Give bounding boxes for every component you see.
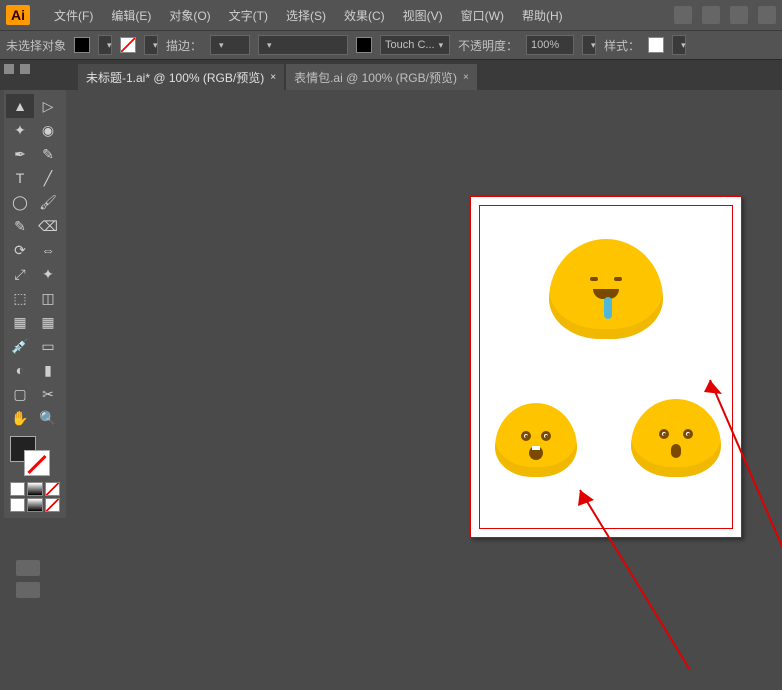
column-graph-tool[interactable]: ▮: [34, 358, 62, 382]
stroke-weight-dropdown[interactable]: [210, 35, 250, 55]
menu-help[interactable]: 帮助(H): [514, 3, 571, 28]
pencil-tool[interactable]: ✎: [6, 214, 34, 238]
variable-width-dropdown[interactable]: [258, 35, 348, 55]
workspace-icon-2[interactable]: [702, 6, 720, 24]
draw-mode-row: [10, 498, 60, 512]
opacity-dropdown[interactable]: [582, 35, 596, 55]
zoom-tool[interactable]: 🔍: [34, 406, 62, 430]
menu-object[interactable]: 对象(O): [161, 3, 218, 28]
magic-wand-tool[interactable]: ✦: [6, 118, 34, 142]
annotation-arrow-2: [510, 470, 710, 690]
draw-behind[interactable]: [27, 498, 42, 512]
perspective-tool[interactable]: ▦: [6, 310, 34, 334]
direct-selection-tool[interactable]: ▷: [34, 94, 62, 118]
type-tool[interactable]: T: [6, 166, 34, 190]
stroke-swatch[interactable]: [120, 37, 136, 53]
tab-label: 表情包.ai @ 100% (RGB/预览): [294, 69, 457, 86]
menu-effect[interactable]: 效果(C): [336, 3, 393, 28]
ellipse-tool[interactable]: ◯: [6, 190, 34, 214]
selection-status: 未选择对象: [6, 37, 66, 54]
control-bar: 未选择对象 描边： Touch C... 不透明度： 样式：: [0, 30, 782, 60]
hand-tool[interactable]: ✋: [6, 406, 34, 430]
line-tool[interactable]: ╱: [34, 166, 62, 190]
curvature-tool[interactable]: ✎: [34, 142, 62, 166]
mouth-icon: [529, 446, 543, 460]
close-icon[interactable]: ×: [270, 72, 276, 83]
shape-builder-tool[interactable]: ◫: [34, 286, 62, 310]
dock-panel-icons: [16, 560, 40, 598]
fill-none-mode[interactable]: [45, 482, 60, 496]
free-transform-tool[interactable]: ⬚: [6, 286, 34, 310]
fill-color-mode[interactable]: [10, 482, 25, 496]
draw-inside[interactable]: [45, 498, 60, 512]
draw-normal[interactable]: [10, 498, 25, 512]
scale-tool[interactable]: ⤢: [6, 262, 34, 286]
tab-untitled[interactable]: 未标题-1.ai* @ 100% (RGB/预览) ×: [78, 64, 284, 90]
lasso-tool[interactable]: ◉: [34, 118, 62, 142]
document-tabs: 未标题-1.ai* @ 100% (RGB/预览) × 表情包.ai @ 100…: [0, 60, 782, 90]
menu-file[interactable]: 文件(F): [46, 3, 101, 28]
style-label: 样式：: [604, 37, 640, 54]
eraser-tool[interactable]: ⌫: [34, 214, 62, 238]
panel-toggle-icons: [4, 64, 30, 74]
header-extra-icons: [674, 6, 776, 24]
tab-emoji-pack[interactable]: 表情包.ai @ 100% (RGB/预览) ×: [286, 64, 477, 90]
search-icon[interactable]: [758, 6, 776, 24]
mesh-tool[interactable]: ▦: [34, 310, 62, 334]
fill-stroke-indicator[interactable]: [10, 436, 50, 476]
menu-select[interactable]: 选择(S): [278, 3, 334, 28]
menu-view[interactable]: 视图(V): [395, 3, 451, 28]
style-dropdown[interactable]: [672, 35, 686, 55]
tab-label: 未标题-1.ai* @ 100% (RGB/预览): [86, 69, 264, 86]
blend-tool[interactable]: ◐: [6, 358, 34, 382]
style-swatch[interactable]: [648, 37, 664, 53]
paintbrush-tool[interactable]: 🖌: [34, 190, 62, 214]
stroke-dropdown[interactable]: [144, 35, 158, 55]
slice-tool[interactable]: ✂: [34, 382, 62, 406]
menu-text[interactable]: 文字(T): [221, 3, 276, 28]
eyedropper-tool[interactable]: 💉: [6, 334, 34, 358]
eye-icon: [590, 277, 598, 281]
fill-mode-row: [10, 482, 60, 496]
reflect-tool[interactable]: ⇔: [34, 238, 62, 262]
opacity-input[interactable]: [526, 35, 574, 55]
close-icon[interactable]: ×: [463, 72, 469, 83]
menubar: Ai 文件(F) 编辑(E) 对象(O) 文字(T) 选择(S) 效果(C) 视…: [0, 0, 782, 30]
toolbox: ▲▷ ✦◉ ✒✎ T╱ ◯🖌 ✎⌫ ⟳⇔ ⤢✦ ⬚◫ ▦▦ 💉▭ ◐▮ ▢✂ ✋…: [4, 90, 66, 518]
arrange-icon[interactable]: [730, 6, 748, 24]
fill-gradient-mode[interactable]: [27, 482, 42, 496]
panel-icon-1[interactable]: [16, 560, 40, 576]
pen-tool[interactable]: ✒: [6, 142, 34, 166]
eye-icon: [614, 277, 622, 281]
brush-swatch[interactable]: [356, 37, 372, 53]
rotate-tool[interactable]: ⟳: [6, 238, 34, 262]
panel-icon-2[interactable]: [16, 582, 40, 598]
app-logo: Ai: [6, 5, 30, 25]
eye-icon: [521, 431, 531, 441]
fill-swatch[interactable]: [74, 37, 90, 53]
workspace-icon-1[interactable]: [674, 6, 692, 24]
selection-tool[interactable]: ▲: [6, 94, 34, 118]
opacity-label: 不透明度：: [458, 37, 518, 54]
gradient-tool[interactable]: ▭: [34, 334, 62, 358]
artboard-tool[interactable]: ▢: [6, 382, 34, 406]
width-tool[interactable]: ✦: [34, 262, 62, 286]
toggle-icon-2[interactable]: [20, 64, 30, 74]
eye-icon: [541, 431, 551, 441]
canvas-area[interactable]: [70, 90, 782, 602]
brush-dropdown[interactable]: Touch C...: [380, 35, 450, 55]
menu-window[interactable]: 窗口(W): [453, 3, 512, 28]
stroke-label: 描边：: [166, 37, 202, 54]
drool-icon: [604, 297, 612, 319]
fill-dropdown[interactable]: [98, 35, 112, 55]
menu-edit[interactable]: 编辑(E): [103, 3, 159, 28]
stroke-indicator[interactable]: [24, 450, 50, 476]
toggle-icon-1[interactable]: [4, 64, 14, 74]
